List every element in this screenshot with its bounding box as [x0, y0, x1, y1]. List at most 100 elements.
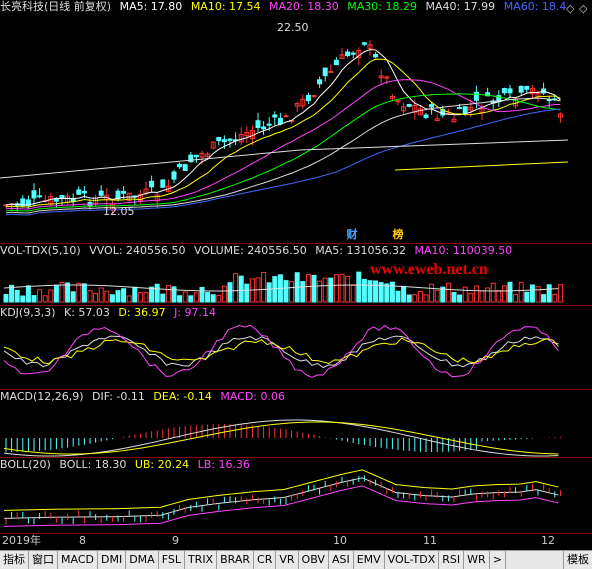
volume-bar	[373, 280, 379, 303]
volume-bar	[216, 295, 222, 303]
volume-bar	[367, 280, 373, 303]
candlestick-chart[interactable]	[0, 0, 592, 244]
volume-bar	[333, 274, 339, 303]
candle-body	[255, 120, 261, 128]
volume-bar	[445, 282, 451, 303]
volume-bar	[81, 283, 87, 303]
volume-bar	[65, 282, 71, 303]
tab-vol-tdx[interactable]: VOL-TDX	[385, 551, 440, 569]
volume-bar	[535, 286, 541, 303]
volume-bar	[552, 293, 558, 303]
volume-bar	[115, 290, 121, 303]
tab-indicator[interactable]: 指标	[0, 551, 29, 569]
volume-bar	[361, 278, 367, 303]
macd-panel[interactable]: MACD(12,26,9) DIF: -0.11 DEA: -0.14 MACD…	[0, 390, 592, 457]
tab-emv[interactable]: EMV	[354, 551, 385, 569]
candle-body	[266, 123, 272, 126]
kdj-j-line	[3, 324, 559, 378]
candle-body	[227, 138, 233, 141]
volume-bar	[507, 281, 513, 303]
boll-mid-line	[3, 477, 559, 519]
volume-bar	[490, 282, 496, 303]
tab-cr[interactable]: CR	[254, 551, 277, 569]
volume-panel[interactable]: VOL-TDX(5,10) VVOL: 240556.50 VOLUME: 24…	[0, 244, 592, 305]
volume-bar	[524, 291, 530, 303]
volume-bar	[417, 290, 423, 303]
macd-dea-line	[3, 421, 559, 455]
candle-body	[361, 42, 367, 45]
volume-bar	[31, 295, 37, 303]
tab-fsl[interactable]: FSL	[159, 551, 185, 569]
volume-bar	[289, 281, 295, 303]
candle-body	[160, 179, 166, 188]
tab-trix[interactable]: TRIX	[185, 551, 218, 569]
candle-body	[182, 164, 188, 171]
kdj-d-line	[3, 337, 559, 365]
candle-body	[350, 52, 356, 55]
date-label: 2019年	[2, 534, 41, 547]
boll-panel[interactable]: BOLL(20) BOLL: 18.30 UB: 20.24 LB: 16.36	[0, 458, 592, 533]
tab-macd[interactable]: MACD	[58, 551, 98, 569]
volume-bar	[76, 282, 82, 303]
tab-asi[interactable]: ASI	[329, 551, 354, 569]
date-label: 8	[79, 534, 86, 547]
volume-bar	[434, 289, 440, 303]
volume-bar	[317, 280, 323, 303]
volume-bar	[457, 294, 463, 303]
finance-tag[interactable]: 财	[345, 228, 359, 242]
volume-bar	[182, 291, 188, 303]
candle-body	[149, 180, 155, 188]
volume-bar	[261, 271, 267, 303]
date-label: 11	[423, 534, 437, 547]
indicator-tab-bar: 指标 窗口 MACD DMI DMA FSL TRIX BRAR CR VR O…	[0, 550, 592, 569]
date-label: 9	[172, 534, 179, 547]
kdj-chart[interactable]	[0, 306, 592, 389]
volume-bar	[395, 290, 401, 303]
tab-rsi[interactable]: RSI	[439, 551, 465, 569]
volume-bar	[154, 283, 160, 303]
candle-body	[59, 195, 65, 199]
volume-bar	[221, 285, 227, 303]
volume-bar	[37, 289, 43, 303]
volume-bar	[496, 289, 502, 303]
candle-body	[305, 94, 311, 102]
volume-bar	[132, 286, 138, 303]
kdj-panel[interactable]: KDJ(9,3,3) K: 57.03 D: 36.97 J: 97.14	[0, 306, 592, 389]
candle-body	[31, 190, 37, 199]
tab-brar[interactable]: BRAR	[217, 551, 255, 569]
volume-bar	[199, 286, 205, 303]
volume-bar	[429, 283, 435, 303]
candle-body	[70, 198, 76, 202]
tab-dma[interactable]: DMA	[126, 551, 159, 569]
volume-bar	[300, 281, 306, 303]
volume-bar	[322, 277, 328, 303]
tab-more-arrow[interactable]: >	[490, 551, 506, 569]
volume-bar	[350, 284, 356, 303]
candle-body	[501, 88, 507, 94]
tab-wr[interactable]: WR	[464, 551, 490, 569]
price-panel[interactable]: 长亮科技(日线 前复权) MA5: 17.80 MA10: 17.54 MA20…	[0, 0, 592, 244]
ranking-tag[interactable]: 榜	[391, 228, 405, 242]
candle-body	[177, 163, 183, 168]
volume-bar	[266, 282, 272, 303]
volume-bar	[462, 286, 468, 303]
volume-bar	[328, 277, 334, 303]
macd-chart[interactable]	[0, 390, 592, 457]
candle-body	[473, 91, 479, 101]
tab-obv[interactable]: OBV	[299, 551, 329, 569]
candle-body	[193, 154, 199, 158]
volume-chart[interactable]	[0, 244, 592, 305]
tab-vr[interactable]: VR	[276, 551, 299, 569]
tab-window[interactable]: 窗口	[29, 551, 58, 569]
tab-template[interactable]: 模板	[563, 551, 592, 569]
candle-body	[457, 107, 463, 110]
tab-dmi[interactable]: DMI	[98, 551, 127, 569]
volume-bar	[473, 285, 479, 303]
volume-bar	[210, 294, 216, 303]
volume-bar	[70, 291, 76, 303]
volume-bar	[193, 292, 199, 303]
volume-bar	[171, 286, 177, 303]
boll-chart[interactable]	[0, 458, 592, 533]
volume-bar	[356, 271, 362, 303]
volume-bar	[104, 290, 110, 303]
